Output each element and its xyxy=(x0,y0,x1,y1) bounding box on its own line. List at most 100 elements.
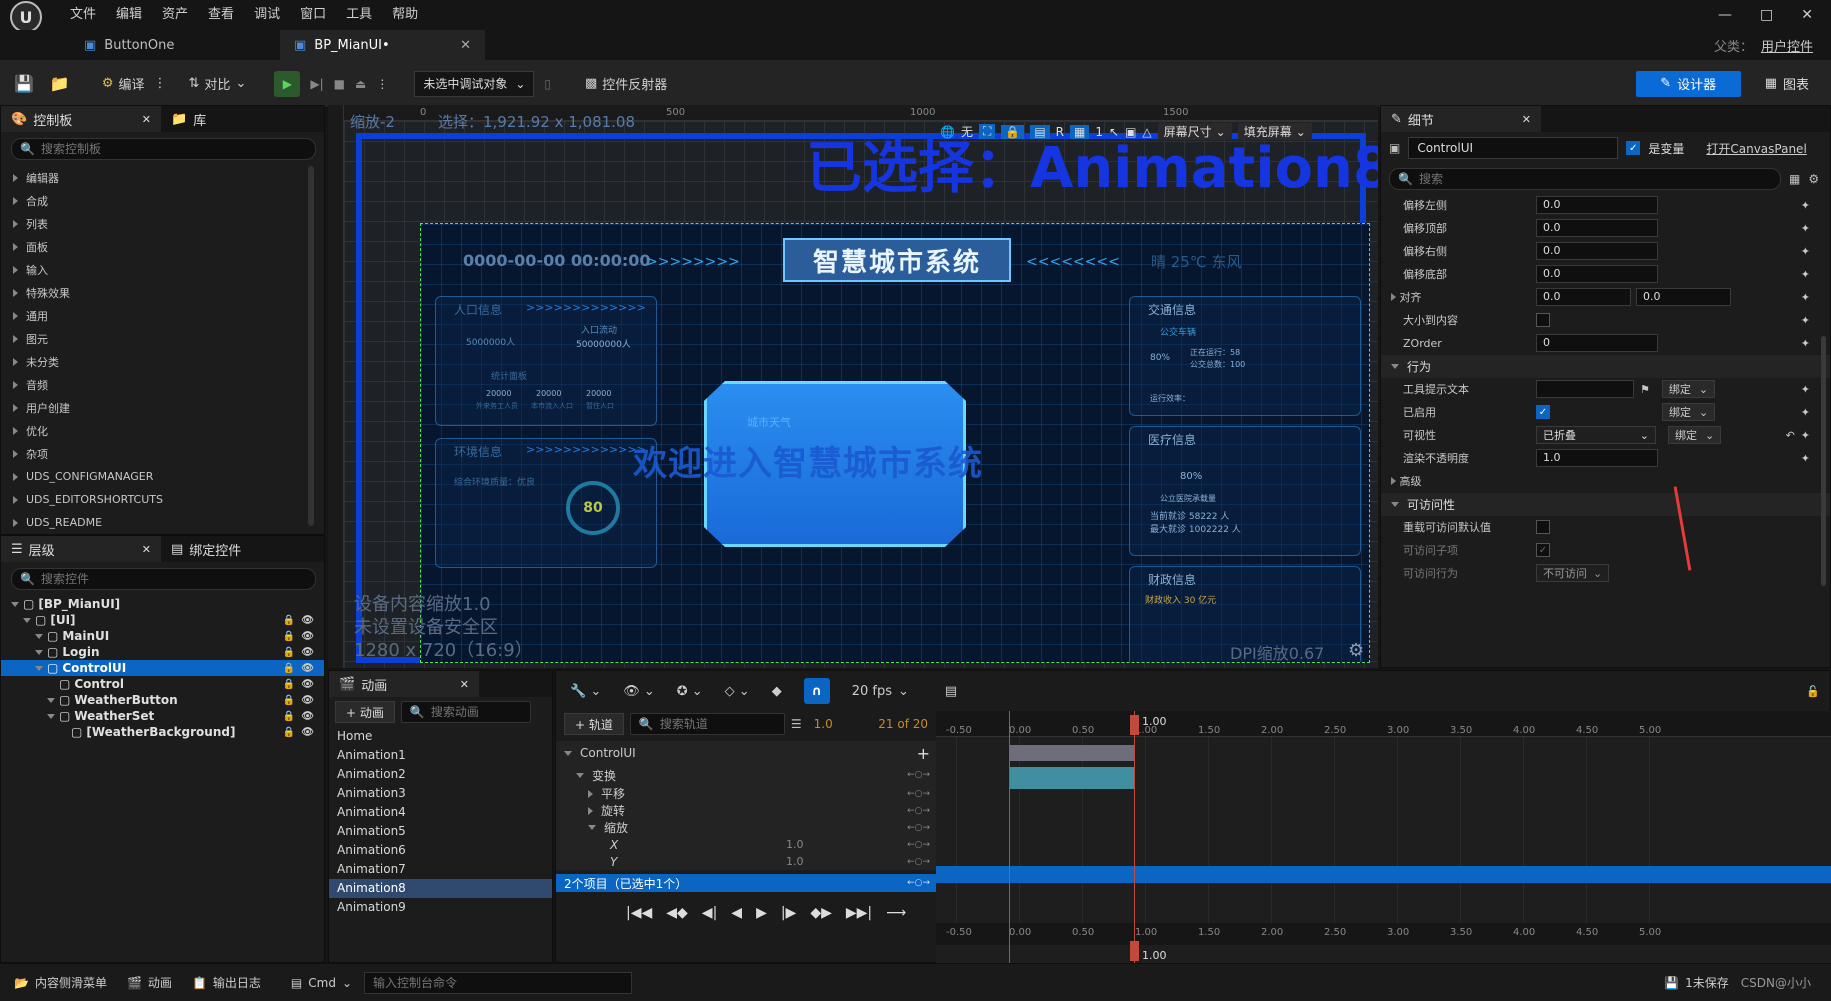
select-icon[interactable]: ⛶ xyxy=(978,124,996,139)
animation-list-item[interactable]: Animation2 xyxy=(329,765,552,784)
graph-mode-button[interactable]: ▦ 图表 xyxy=(1765,74,1809,93)
palette-category[interactable]: 未分类 xyxy=(1,350,324,373)
hierarchy-item[interactable]: ▢ [UI] 🔒 👁 xyxy=(1,612,324,628)
palette-category[interactable]: 杂项 xyxy=(1,442,324,465)
tab-hierarchy[interactable]: ☰ 层级 ✕ xyxy=(1,536,161,562)
screen-size-dropdown[interactable]: 屏幕尺寸 ⌄ xyxy=(1157,123,1232,140)
lock-icon[interactable]: 🔓 xyxy=(1806,685,1820,698)
close-tab-icon[interactable]: ✕ xyxy=(460,678,469,691)
palette-category[interactable]: UDS_CONFIGMANAGER xyxy=(1,465,324,488)
expand-icon[interactable] xyxy=(576,772,584,778)
timeline-area[interactable]: -0.50 0.00 0.50 1.00 1.50 2.00 2.50 3.00 3.50 4.0… xyxy=(936,711,1831,964)
close-tab-icon[interactable]: ✕ xyxy=(142,543,151,556)
keyframe-nav-icon[interactable]: ←○→ xyxy=(907,878,930,888)
hierarchy-item[interactable]: ▢ MainUI 🔒 👁 xyxy=(1,628,324,644)
current-time[interactable]: 1.0 xyxy=(814,717,833,731)
keyframe-icon[interactable]: ✦ xyxy=(1801,291,1810,304)
visibility-eye-icon[interactable]: 👁 xyxy=(301,727,314,738)
animation-list-item[interactable]: Animation6 xyxy=(329,841,552,860)
animation-list-item[interactable]: Animation7 xyxy=(329,860,552,879)
cursor-icon[interactable]: ↖ xyxy=(1109,125,1119,139)
visibility-eye-icon[interactable]: 👁 xyxy=(301,615,314,626)
play-button[interactable]: ▶ xyxy=(274,70,301,97)
palette-category[interactable]: 合成 xyxy=(1,189,324,212)
palette-category[interactable]: 用户创建 xyxy=(1,396,324,419)
track-row[interactable]: X 1.0 ←○→ xyxy=(556,836,936,853)
keyframe-icon[interactable]: ✦ xyxy=(1801,429,1810,442)
settings-icon[interactable]: ⚙ xyxy=(1808,172,1819,186)
align-x-field[interactable]: 0.0 xyxy=(1536,288,1631,306)
expand-icon[interactable] xyxy=(35,633,43,639)
keyframe-icon[interactable]: ✦ xyxy=(1801,383,1810,396)
lock-icon[interactable]: 🔒 xyxy=(283,711,295,722)
hierarchy-item[interactable]: ▢ [BP_MianUI] xyxy=(1,596,324,612)
lock-icon[interactable]: 🔒 xyxy=(1001,124,1025,139)
browse-icon[interactable]: 📁 xyxy=(50,74,70,93)
track-row[interactable]: 旋转 ←○→ xyxy=(556,802,936,819)
close-window-icon[interactable]: ✕ xyxy=(1801,7,1813,23)
animation-list-item[interactable]: Animation5 xyxy=(329,822,552,841)
menu-item[interactable]: 查看 xyxy=(198,1,244,29)
expand-icon[interactable] xyxy=(35,649,43,655)
animation-list-item[interactable]: Animation8 xyxy=(329,879,552,898)
animation-list-item[interactable]: Animation3 xyxy=(329,784,552,803)
keyframe-add-icon[interactable]: ◆ xyxy=(772,684,782,699)
palette-category[interactable]: 输入 xyxy=(1,258,324,281)
keyframe-icon[interactable]: ✦ xyxy=(1801,245,1810,258)
expand-icon[interactable] xyxy=(47,713,55,719)
visibility-eye-icon[interactable]: 👁 xyxy=(301,711,314,722)
layout-icon[interactable]: ▤ xyxy=(1030,124,1050,139)
opacity-field[interactable]: 1.0 xyxy=(1536,449,1658,467)
hierarchy-item[interactable]: ▢ WeatherButton 🔒 👁 xyxy=(1,692,324,708)
close-tab-icon[interactable]: ✕ xyxy=(460,38,471,53)
align-y-field[interactable]: 0.0 xyxy=(1636,288,1731,306)
tooltip-field[interactable] xyxy=(1536,380,1634,398)
menu-item[interactable]: 资产 xyxy=(152,1,198,29)
add-track-button[interactable]: + 轨道 xyxy=(564,713,624,735)
expand-icon[interactable] xyxy=(588,825,596,830)
bind-button[interactable]: 绑定 ⌄ xyxy=(1662,403,1716,421)
keyframe-icon[interactable]: ✦ xyxy=(1801,406,1810,419)
console-command-input[interactable] xyxy=(373,975,631,990)
eject-icon[interactable]: ⏏ xyxy=(355,77,366,91)
keyframe-icon[interactable]: ✦ xyxy=(1801,268,1810,281)
keyframe-icon[interactable]: ✦ xyxy=(1801,199,1810,212)
diff-button[interactable]: ⇅ 对比 ⌄ xyxy=(181,69,255,99)
palette-category[interactable]: 音频 xyxy=(1,373,324,396)
tab-buttonone[interactable]: ▣ ButtonOne xyxy=(70,30,280,60)
fill-screen-dropdown[interactable]: 填充屏幕 ⌄ xyxy=(1237,123,1312,140)
globe-icon[interactable]: 🌐 xyxy=(940,125,955,139)
palette-category[interactable]: 编辑器 xyxy=(1,166,324,189)
keyframe-nav-icon[interactable]: ←○→ xyxy=(907,857,930,867)
offset-field[interactable]: 0.0 xyxy=(1536,242,1658,260)
track-row[interactable]: 平移 ←○→ xyxy=(556,785,936,802)
palette-search[interactable]: 🔍 xyxy=(11,138,316,160)
open-canvas-link[interactable]: 打开CanvasPanel xyxy=(1706,140,1806,157)
compile-options-icon[interactable]: ⋮ xyxy=(154,76,167,91)
expand-icon[interactable] xyxy=(35,665,43,671)
palette-category[interactable]: 列表 xyxy=(1,212,324,235)
close-tab-icon[interactable]: ✕ xyxy=(142,113,151,126)
animation-search[interactable]: 🔍 xyxy=(400,701,531,723)
keyframe-icon[interactable]: ✦ xyxy=(1801,337,1810,350)
debug-filter-icon[interactable]: ▯ xyxy=(544,77,551,91)
track-search[interactable]: 🔍 xyxy=(629,713,785,735)
hierarchy-item[interactable]: ▢ WeatherSet 🔒 👁 xyxy=(1,708,324,724)
lock-icon[interactable]: 🔒 xyxy=(283,695,295,706)
expand-icon[interactable] xyxy=(47,697,55,703)
track-value[interactable]: 1.0 xyxy=(786,855,804,868)
animation-list-item[interactable]: Animation4 xyxy=(329,803,552,822)
maximize-icon[interactable]: □ xyxy=(1760,7,1773,23)
track-value[interactable]: 1.0 xyxy=(786,838,804,851)
menu-item[interactable]: 帮助 xyxy=(382,1,428,29)
keyframe-icon[interactable]: ✦ xyxy=(1801,314,1810,327)
compile-button[interactable]: ⚙ 编译 ⋮ xyxy=(94,69,175,99)
save-icon[interactable]: 💾 xyxy=(14,74,34,93)
timeline-ruler[interactable]: -0.50 0.00 0.50 1.00 1.50 2.00 2.50 3.00 3.50 4.0… xyxy=(936,711,1831,737)
hierarchy-item[interactable]: ▢ ControlUI 🔒 👁 xyxy=(1,660,324,676)
details-search[interactable]: 🔍 xyxy=(1389,168,1781,190)
expand-icon[interactable] xyxy=(11,601,19,607)
unreal-logo-icon[interactable]: U xyxy=(10,1,42,33)
animation-list-item[interactable]: Animation9 xyxy=(329,898,552,917)
close-tab-icon[interactable]: ✕ xyxy=(1522,113,1531,126)
